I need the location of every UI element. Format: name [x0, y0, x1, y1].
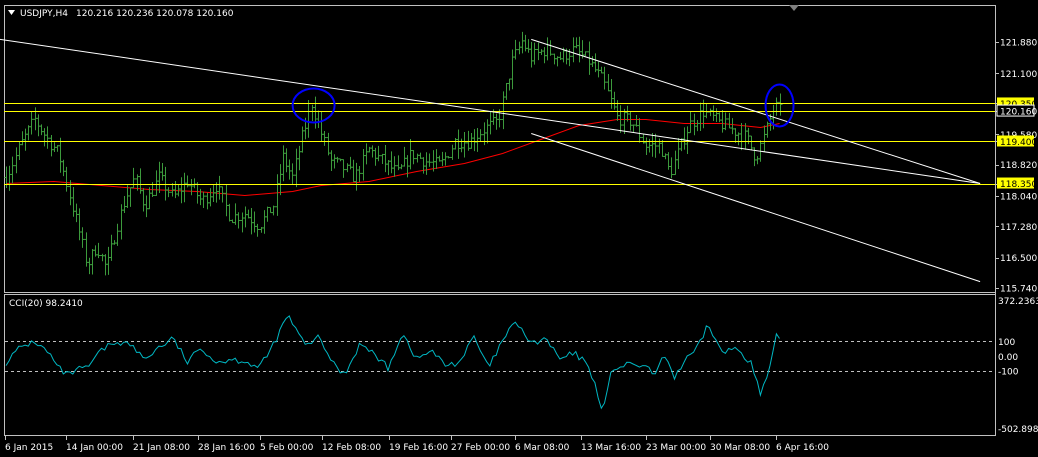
chart-background: [0, 0, 1038, 457]
price-axis-label: 116.500: [995, 254, 1037, 264]
cci-axis-label: -100: [998, 368, 1019, 378]
svg-text:119.400: 119.400: [1000, 138, 1037, 148]
svg-text:372.2363: 372.2363: [998, 297, 1038, 307]
svg-text:30 Mar 08:00: 30 Mar 08:00: [710, 443, 770, 453]
ohlc-values: 120.216 120.236 120.078 120.160: [76, 9, 234, 19]
price-axis-label: 120.160: [995, 104, 1037, 118]
price-axis-label: 118.040: [995, 192, 1037, 202]
price-axis-label: 115.740: [995, 285, 1037, 295]
svg-text:23 Mar 00:00: 23 Mar 00:00: [646, 443, 706, 453]
svg-text:118.040: 118.040: [1000, 192, 1037, 202]
price-axis-label: 121.880: [995, 39, 1037, 49]
svg-text:12 Feb 08:00: 12 Feb 08:00: [322, 443, 381, 453]
svg-text:-502.8983: -502.8983: [998, 425, 1038, 435]
svg-text:117.280: 117.280: [1000, 223, 1037, 233]
svg-text:21 Jan 08:00: 21 Jan 08:00: [133, 443, 190, 453]
price-axis-label: 118.350: [995, 177, 1037, 190]
svg-text:121.100: 121.100: [1000, 70, 1037, 80]
price-axis-label: 118.820: [995, 161, 1037, 171]
svg-text:14 Jan 00:00: 14 Jan 00:00: [66, 443, 123, 453]
svg-text:5 Feb 00:00: 5 Feb 00:00: [260, 443, 314, 453]
svg-text:118.350: 118.350: [1000, 180, 1037, 190]
price-axis-label: 119.400: [995, 135, 1037, 148]
svg-text:27 Feb 00:00: 27 Feb 00:00: [451, 443, 510, 453]
price-axis: 121.880121.100120.350120.160119.580119.4…: [995, 39, 1037, 295]
svg-text:19 Feb 16:00: 19 Feb 16:00: [389, 443, 448, 453]
svg-text:120.160: 120.160: [1000, 108, 1037, 118]
svg-text:0.00: 0.00: [998, 353, 1018, 363]
price-chart[interactable]: USDJPY,H4 120.216 120.236 120.078 120.16…: [0, 0, 1038, 457]
svg-text:118.820: 118.820: [1000, 161, 1037, 171]
svg-text:121.880: 121.880: [1000, 39, 1037, 49]
svg-text:6 Jan 2015: 6 Jan 2015: [5, 443, 53, 453]
svg-text:6 Apr 16:00: 6 Apr 16:00: [776, 443, 829, 453]
svg-text:116.500: 116.500: [1000, 254, 1037, 264]
price-axis-label: 117.280: [995, 223, 1037, 233]
svg-text:100: 100: [998, 338, 1015, 348]
cci-axis-label: 100: [998, 338, 1015, 348]
symbol-timeframe: USDJPY,H4: [20, 9, 68, 19]
svg-text:28 Jan 16:00: 28 Jan 16:00: [198, 443, 255, 453]
svg-text:6 Mar 08:00: 6 Mar 08:00: [515, 443, 570, 453]
svg-text:-100: -100: [998, 368, 1019, 378]
price-axis-label: 121.100: [995, 70, 1037, 80]
svg-text:115.740: 115.740: [1000, 285, 1037, 295]
cci-axis-label: 0.00: [998, 353, 1018, 363]
cci-label: CCI(20) 98.2410: [9, 299, 83, 309]
cci-axis-label: -502.8983: [998, 425, 1038, 435]
svg-text:13 Mar 16:00: 13 Mar 16:00: [581, 443, 641, 453]
cci-axis-label: 372.2363: [998, 297, 1038, 307]
